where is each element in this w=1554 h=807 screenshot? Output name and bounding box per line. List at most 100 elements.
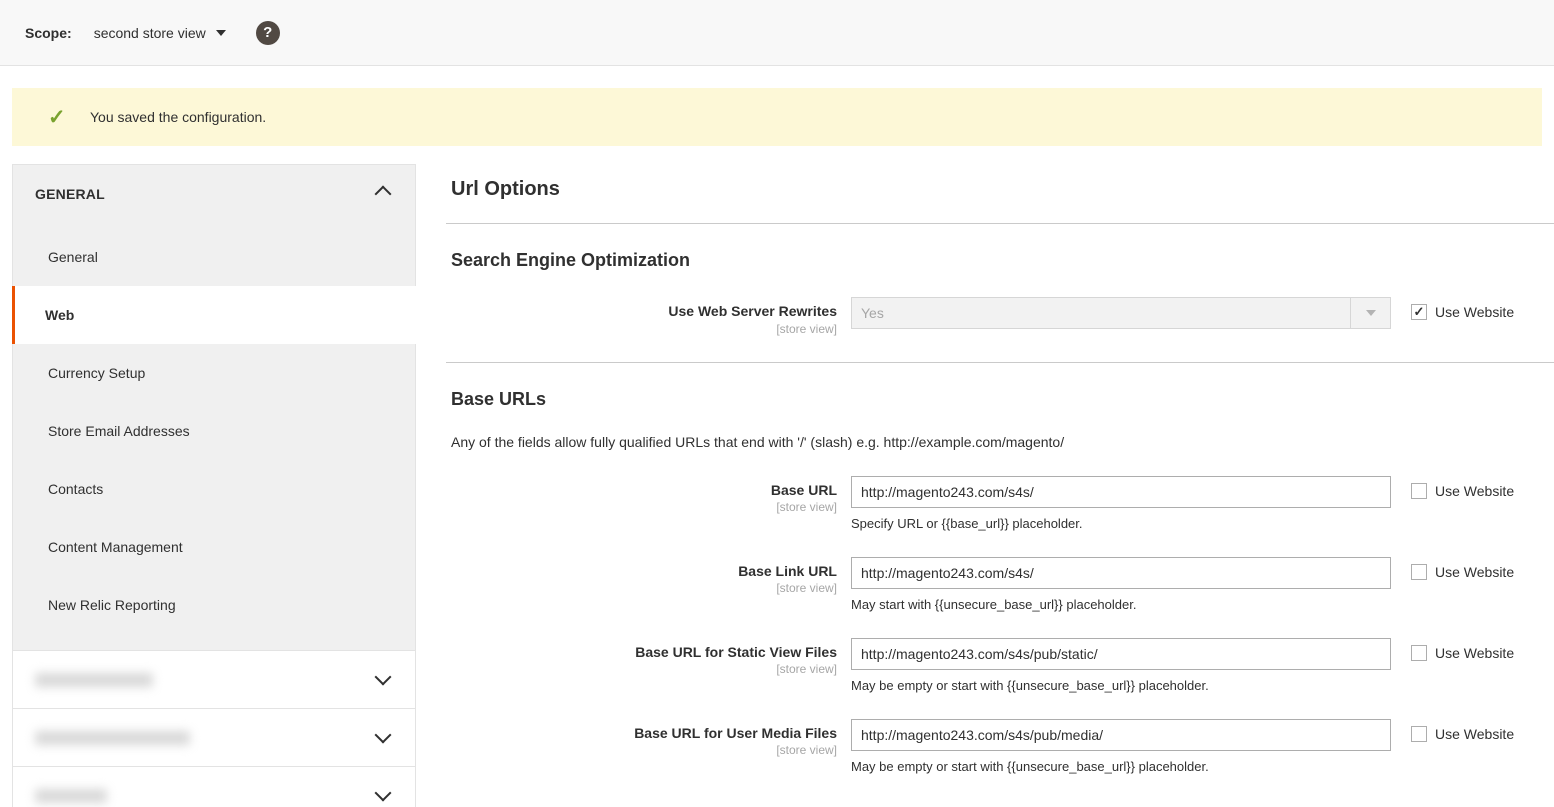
sidebar-section-redacted-3 [12,766,416,807]
sidebar-item-label: Contacts [48,481,104,497]
seo-divider [446,361,1554,363]
base-url-user-media-files-input[interactable] [851,718,1391,751]
scope-label: Scope: [25,24,72,41]
field-hint: May start with {{unsecure_base_url}} pla… [851,596,1137,612]
sidebar-section-redacted-2 [12,708,416,766]
help-question-icon[interactable]: ? [255,20,280,45]
select-selected-value: Yes [861,305,884,321]
sidebar-item-label: Currency Setup [48,365,146,381]
use-website-label[interactable]: Use Website [1435,483,1514,499]
sidebar-item-label: Store Email Addresses [48,423,190,439]
use-website-checkbox-rewrites[interactable]: ✓ [1411,304,1427,320]
sidebar-item-content-management[interactable]: Content Management [13,518,415,576]
field-checkbox-col: ✓ Use Website [1391,557,1514,580]
field-input-col: May be empty or start with {{unsecure_ba… [851,637,1391,693]
use-website-checkbox-base-link-url[interactable]: ✓ [1411,563,1427,580]
chevron-down-icon [374,784,392,801]
field-scope-note: [store view] [776,743,837,757]
field-label: Base URL for User Media Files [634,724,837,741]
sidebar-item-general[interactable]: General [13,228,415,286]
field-checkbox-col: ✓ Use Website [1391,476,1514,499]
field-hint: May be empty or start with {{unsecure_ba… [851,758,1209,774]
field-label-col: Base Link URL [store view] [446,557,851,596]
sidebar-section-title: GENERAL [35,185,105,202]
field-input-col: May be empty or start with {{unsecure_ba… [851,718,1391,774]
sidebar-section-header-redacted-3[interactable] [13,767,415,807]
field-checkbox-col: ✓ Use Website [1391,638,1514,661]
use-website-checkbox-static-view-files[interactable]: ✓ [1411,644,1427,661]
field-input-col: Yes [851,297,1391,329]
use-website-label[interactable]: Use Website [1435,304,1514,320]
field-scope-note: [store view] [776,581,837,595]
base-link-url-input[interactable] [851,556,1391,589]
chevron-down-icon [215,29,226,36]
select-arrow-button[interactable] [1350,298,1390,328]
field-label-col: Use Web Server Rewrites [store view] [446,297,851,336]
use-web-server-rewrites-select[interactable]: Yes [851,297,1391,329]
success-message-text: You saved the configuration. [90,109,267,125]
sidebar-item-contacts[interactable]: Contacts [13,460,415,518]
scope-bar: Scope: second store view ? [0,0,1554,66]
title-divider [446,223,1554,224]
sidebar-section-general: GENERAL General Web Currency Setup Store… [12,164,416,650]
config-sidebar: GENERAL General Web Currency Setup Store… [12,164,416,807]
use-website-checkbox-user-media-files[interactable]: ✓ [1411,725,1427,742]
sidebar-section-header-redacted-1[interactable] [13,651,415,708]
use-website-label[interactable]: Use Website [1435,726,1514,742]
check-icon: ✓ [1413,303,1425,319]
field-hint: Specify URL or {{base_url}} placeholder. [851,515,1083,531]
sidebar-section-title-redacted [35,672,153,687]
chevron-down-icon [374,726,392,743]
sidebar-section-redacted-1 [12,650,416,708]
sidebar-section-header-general[interactable]: GENERAL [13,165,415,222]
field-row-base-url: Base URL [store view] Specify URL or {{b… [446,475,1554,531]
field-label-col: Base URL [store view] [446,476,851,515]
field-checkbox-col: ✓ Use Website [1391,297,1514,320]
success-check-icon: ✓ [48,105,66,129]
field-row-base-link-url: Base Link URL [store view] May start wit… [446,556,1554,612]
field-scope-note: [store view] [776,321,837,336]
use-website-label[interactable]: Use Website [1435,645,1514,661]
field-label-col: Base URL for User Media Files [store vie… [446,719,851,758]
page-body: GENERAL General Web Currency Setup Store… [0,146,1554,807]
messages-area: ✓ You saved the configuration. [0,66,1554,146]
sidebar-item-label: Content Management [48,539,183,555]
chevron-down-icon [1365,310,1376,316]
sidebar-item-web[interactable]: Web [12,286,416,344]
sidebar-section-title-redacted [35,730,190,745]
success-message: ✓ You saved the configuration. [12,88,1542,146]
sidebar-section-title-redacted [35,788,107,803]
field-row-use-web-server-rewrites: Use Web Server Rewrites [store view] Yes… [446,297,1554,336]
section-title-seo: Search Engine Optimization [451,250,691,270]
sidebar-item-currency-setup[interactable]: Currency Setup [13,344,415,402]
sidebar-item-store-email-addresses[interactable]: Store Email Addresses [13,402,415,460]
field-input-col: May start with {{unsecure_base_url}} pla… [851,556,1391,612]
sidebar-item-label: General [48,249,98,265]
base-url-input[interactable] [851,475,1391,508]
field-scope-note: [store view] [776,662,837,676]
field-label: Base URL for Static View Files [635,643,837,660]
sidebar-section-header-redacted-2[interactable] [13,709,415,766]
field-scope-note: [store view] [776,500,837,514]
field-label: Use Web Server Rewrites [668,303,837,319]
field-label: Base Link URL [738,562,837,579]
section-title-base-urls: Base URLs [451,388,547,409]
chevron-down-icon [374,668,392,685]
base-url-static-view-files-input[interactable] [851,637,1391,670]
sidebar-item-label: Web [45,307,75,323]
base-urls-note: Any of the fields allow fully qualified … [451,433,1065,450]
sidebar-item-label: New Relic Reporting [48,597,176,613]
page-title: Url Options [451,178,560,200]
chevron-up-icon [374,185,392,202]
use-website-checkbox-base-url[interactable]: ✓ [1411,482,1427,499]
field-row-base-url-user-media-files: Base URL for User Media Files [store vie… [446,718,1554,774]
scope-selected-value: second store view [93,24,206,41]
scope-store-view-selector[interactable]: second store view [94,25,226,41]
config-content: Url Options Search Engine Optimization U… [416,164,1554,807]
use-website-label[interactable]: Use Website [1435,564,1514,580]
field-hint: May be empty or start with {{unsecure_ba… [851,677,1209,693]
sidebar-items-general: General Web Currency Setup Store Email A… [12,222,416,650]
field-input-col: Specify URL or {{base_url}} placeholder. [851,475,1391,531]
sidebar-item-new-relic-reporting[interactable]: New Relic Reporting [13,576,415,634]
field-label: Base URL [770,481,837,498]
